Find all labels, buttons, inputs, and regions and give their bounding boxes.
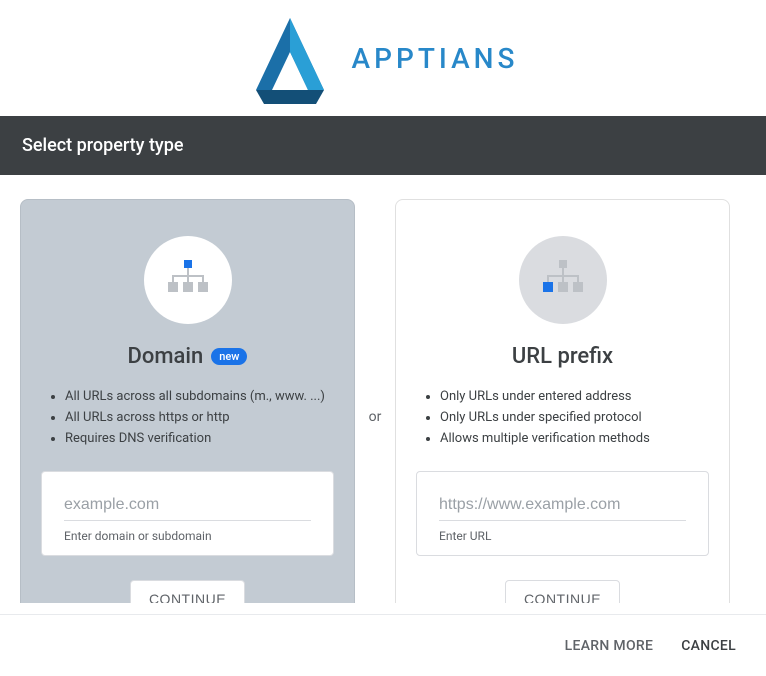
- urlprefix-card-title-row: URL prefix: [396, 344, 729, 369]
- urlprefix-card[interactable]: URL prefix Only URLs under entered addre…: [395, 199, 730, 603]
- property-cards-row: Domain new All URLs across all subdomain…: [0, 175, 766, 603]
- brand-logo-icon: [248, 12, 332, 104]
- urlprefix-card-icon-circle: [519, 236, 607, 324]
- domain-input-helper: Enter domain or subdomain: [64, 529, 311, 543]
- list-item: Only URLs under specified protocol: [440, 408, 705, 428]
- urlprefix-continue-button[interactable]: CONTINUE: [505, 580, 620, 603]
- new-badge: new: [211, 348, 247, 365]
- list-item: Requires DNS verification: [65, 429, 330, 449]
- domain-card[interactable]: Domain new All URLs across all subdomain…: [20, 199, 355, 603]
- content-scroll-area[interactable]: Domain new All URLs across all subdomain…: [0, 175, 766, 603]
- urlprefix-input[interactable]: [439, 490, 686, 521]
- domain-card-title: Domain: [128, 344, 204, 369]
- domain-input[interactable]: [64, 490, 311, 521]
- list-item: Only URLs under entered address: [440, 387, 705, 407]
- domain-continue-button[interactable]: CONTINUE: [130, 580, 245, 603]
- dialog-footer: LEARN MORE CANCEL: [0, 614, 766, 676]
- learn-more-link[interactable]: LEARN MORE: [565, 638, 654, 654]
- list-item: All URLs across all subdomains (m., www.…: [65, 387, 330, 407]
- dialog-title: Select property type: [22, 135, 184, 156]
- or-separator: or: [355, 409, 395, 425]
- dialog-header: Select property type: [0, 116, 766, 175]
- urlprefix-card-title: URL prefix: [512, 344, 613, 369]
- urlprefix-bullet-list: Only URLs under entered address Only URL…: [440, 387, 705, 449]
- sitemap-alt-icon: [541, 260, 585, 300]
- or-text: or: [369, 409, 382, 425]
- list-item: Allows multiple verification methods: [440, 429, 705, 449]
- domain-input-box: Enter domain or subdomain: [41, 471, 334, 556]
- domain-card-icon-circle: [144, 236, 232, 324]
- list-item: All URLs across https or http: [65, 408, 330, 428]
- urlprefix-input-box: Enter URL: [416, 471, 709, 556]
- domain-card-title-row: Domain new: [21, 344, 354, 369]
- brand-logo-bar: APPTIANS: [0, 0, 766, 116]
- urlprefix-input-helper: Enter URL: [439, 529, 686, 543]
- brand-name: APPTIANS: [352, 42, 519, 75]
- sitemap-icon: [166, 260, 210, 300]
- domain-bullet-list: All URLs across all subdomains (m., www.…: [65, 387, 330, 449]
- cancel-button[interactable]: CANCEL: [681, 638, 736, 654]
